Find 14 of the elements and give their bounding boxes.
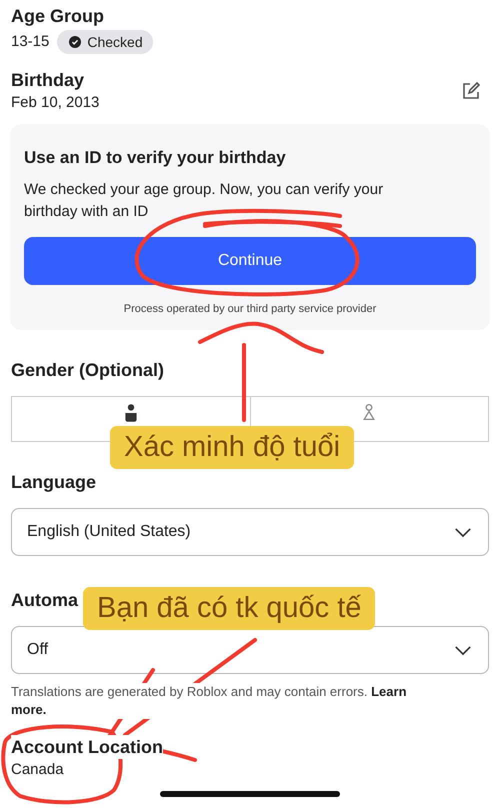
section-title: Language [11, 471, 98, 494]
section-title: Account Location [11, 735, 163, 759]
location-value: Canada [11, 760, 65, 780]
badge-label: Checked [87, 34, 143, 50]
section-title: Birthday [11, 69, 86, 92]
section-title: Age Group [11, 5, 105, 28]
card-title: Use an ID to verify your birthday [24, 148, 287, 168]
annotation-tooltip: Xác minh độ tuổi [110, 426, 354, 469]
age-group-value: 13-15 [11, 32, 50, 52]
card-text: We checked your age group. Now, you can verify your birthday with an ID [24, 180, 384, 222]
section-title: Automa [11, 589, 78, 612]
section-title: Gender (Optional) [11, 359, 165, 382]
annotation-tooltip: Bạn đã có tk quốc tế [83, 587, 376, 630]
birthday-value: Feb 10, 2013 [11, 93, 100, 113]
